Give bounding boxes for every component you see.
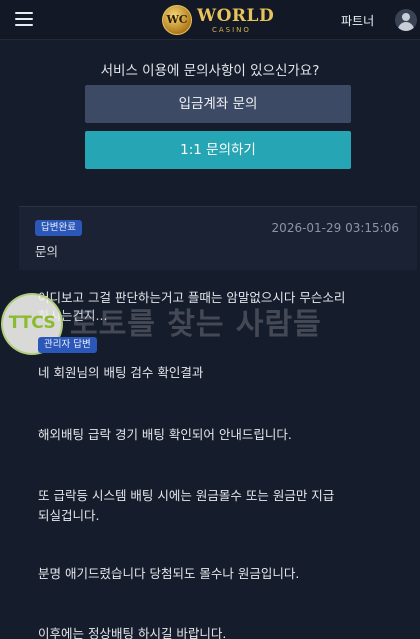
logo-badge-text: WC [166,13,188,26]
answer-line: 이후에는 정상배팅 하시길 바랍니다. [38,626,227,639]
answer-line: 분명 애기드렸습니다 당첨되도 몰수나 원금입니다. [38,566,300,581]
ticket-header-card[interactable]: 답변완료 2026-01-29 03:15:06 문의 [19,206,417,270]
ticket-datetime: 2026-01-29 03:15:06 [271,221,399,235]
top-navigation-bar: WC WORLD CASINO 파트너 [0,0,420,40]
logo-badge: WC [162,5,192,35]
answer-line: 또 급락등 시스템 배팅 시에는 원금몰수 또는 원금만 지급 [38,488,335,503]
status-badge: 답변완료 [35,220,82,236]
partner-link[interactable]: 파트너 [341,12,374,29]
hamburger-icon[interactable] [15,12,33,26]
ticket-title: 문의 [35,244,59,259]
support-question: 서비스 이용에 문의사항이 있으신가요? [100,63,320,79]
watermark-logo-text: TTCS [8,313,56,333]
user-icon[interactable] [395,9,417,31]
admin-answer-badge: 관리자 답변 [38,337,97,353]
site-logo[interactable]: WC WORLD CASINO [162,4,278,36]
logo-title: WORLD [197,6,275,26]
watermark-text: 토토를 찾는 사람들 [70,307,322,342]
answer-line: 네 회원님의 배팅 검수 확인결과 [38,365,204,380]
logo-subtitle: CASINO [212,26,251,34]
deposit-account-inquiry-button[interactable]: 입금계좌 문의 [85,85,351,123]
one-to-one-inquiry-button[interactable]: 1:1 문의하기 [85,131,351,169]
answer-line: 해외배팅 급락 경기 배팅 확인되어 안내드립니다. [38,427,292,442]
answer-line: 되실겁니다. [38,508,100,523]
